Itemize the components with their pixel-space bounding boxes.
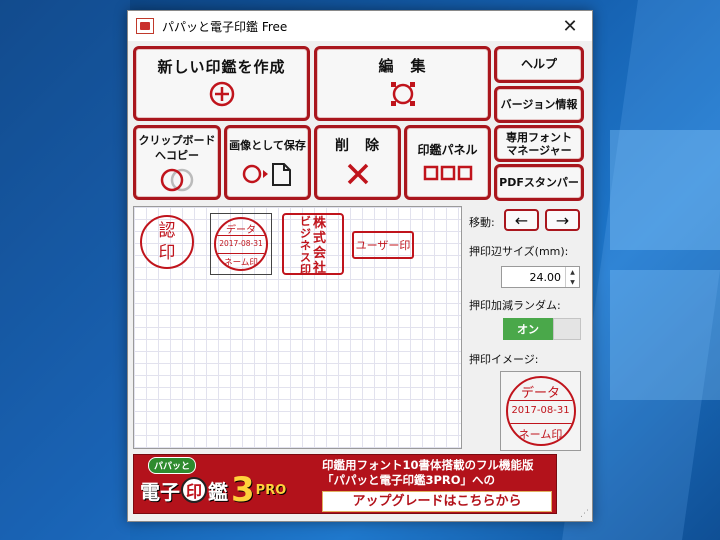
version-button[interactable]: バージョン情報 xyxy=(494,86,584,123)
delete-button[interactable]: 削 除 xyxy=(314,125,401,200)
preview-bottom: ネーム印 xyxy=(518,428,563,441)
banner-copy: 印鑑用フォント10書体搭載のフル機能版 「パパッと電子印鑑3PRO」への アップ… xyxy=(322,455,556,513)
close-button[interactable]: ✕ xyxy=(548,11,592,41)
toggle-knob xyxy=(553,318,581,340)
company-col-left: 株 式 会 社 xyxy=(312,216,326,276)
help-label: ヘルプ xyxy=(520,57,557,71)
stamp-panel-button[interactable]: 印鑑パネル xyxy=(404,125,491,200)
plus-circle-icon xyxy=(209,81,234,107)
save-image-button[interactable]: 画像として保存 xyxy=(224,125,311,200)
banner-line-1: 印鑑用フォント10書体搭載のフル機能版 xyxy=(322,458,534,472)
arrow-left-icon: ← xyxy=(514,210,529,230)
company-col-right: ビ ジ ネ ス 印 xyxy=(299,216,311,276)
move-right-button[interactable]: → xyxy=(545,209,580,231)
random-label: 押印加減ランダム: xyxy=(469,299,561,312)
random-toggle[interactable]: オン xyxy=(503,318,581,340)
user-stamp[interactable]: ユーザー印 xyxy=(352,231,414,259)
pdf-stamper-button[interactable]: PDFスタンパー xyxy=(494,164,584,201)
pro-logo: パパッと 電子 印 鑑 3 PRO xyxy=(134,455,322,513)
logo-badge: パパッと xyxy=(148,457,197,474)
preview-date: 2017-08-31 xyxy=(511,405,570,416)
edit-label: 編 集 xyxy=(378,57,427,75)
save-image-icon xyxy=(242,163,291,186)
date-stamp-bottom: ネーム印 xyxy=(224,258,258,268)
logo-pro: PRO xyxy=(255,482,287,498)
copy-clipboard-button[interactable]: クリップボード へコピー xyxy=(133,125,221,200)
font-manager-button[interactable]: 専用フォント マネージャー xyxy=(494,125,584,162)
mitome-stamp[interactable]: 認 印 xyxy=(140,215,194,269)
app-window: パパッと電子印鑑 Free ✕ 新しい印鑑を作成 編 集 ヘルプ バージョン情報… xyxy=(127,10,593,522)
company-char: 会 xyxy=(312,246,326,261)
logo-number: 3 xyxy=(231,470,255,510)
mitome-char-1: 認 xyxy=(158,221,176,241)
stamp-canvas[interactable]: 認 印 データ 2017-08-31 ネーム印 ビ ジ ネ ス 印 株 式 会 … xyxy=(133,206,462,449)
edit-circle-icon xyxy=(390,82,415,106)
logo-text-main: 電子 xyxy=(140,479,180,504)
logo-text-kan: 鑑 xyxy=(208,479,228,504)
copy-clipboard-label-2: へコピー xyxy=(155,148,199,162)
mitome-char-2: 印 xyxy=(158,243,176,263)
desktop-background xyxy=(0,0,130,540)
stepper-down-icon[interactable]: ▼ xyxy=(566,277,579,287)
app-icon xyxy=(136,18,154,34)
pdf-stamper-label: PDFスタンパー xyxy=(499,176,579,189)
preview-top: データ xyxy=(520,386,560,401)
stamp-panel-label: 印鑑パネル xyxy=(417,143,478,157)
user-stamp-text: ユーザー印 xyxy=(355,239,411,252)
date-stamp-selected[interactable]: データ 2017-08-31 ネーム印 xyxy=(210,213,272,275)
company-char: 社 xyxy=(312,261,326,276)
font-manager-label-1: 専用フォント xyxy=(506,130,572,144)
title-bar[interactable]: パパッと電子印鑑 Free ✕ xyxy=(128,11,592,41)
save-image-label: 画像として保存 xyxy=(229,139,306,152)
help-button[interactable]: ヘルプ xyxy=(494,46,584,83)
upgrade-banner[interactable]: パパッと 電子 印 鑑 3 PRO 印鑑用フォント10書体搭載のフル機能版 「パ… xyxy=(133,454,557,514)
clipboard-copy-icon xyxy=(160,168,194,191)
version-label: バージョン情報 xyxy=(500,98,578,111)
font-manager-label-2: マネージャー xyxy=(506,143,572,157)
preview-label: 押印イメージ: xyxy=(469,353,539,366)
company-stamp[interactable]: ビ ジ ネ ス 印 株 式 会 社 xyxy=(282,213,344,276)
size-stepper[interactable]: 24.00 ▲ ▼ xyxy=(501,266,580,288)
windows-logo-pane xyxy=(610,270,720,400)
size-value[interactable]: 24.00 xyxy=(502,267,565,287)
date-stamp-date: 2017-08-31 xyxy=(219,239,263,248)
move-label: 移動: xyxy=(469,216,495,229)
edit-button[interactable]: 編 集 xyxy=(314,46,491,121)
stepper-arrows: ▲ ▼ xyxy=(565,267,579,287)
stepper-up-icon[interactable]: ▲ xyxy=(566,267,579,277)
windows-logo-pane xyxy=(610,130,720,250)
preview-stamp-circle: データ 2017-08-31 ネーム印 xyxy=(505,376,576,446)
date-stamp-circle: データ 2017-08-31 ネーム印 xyxy=(214,217,268,271)
panel-squares-icon xyxy=(423,165,472,181)
size-label: 押印辺サイズ(mm): xyxy=(469,245,569,258)
upgrade-cta[interactable]: アップグレードはこちらから xyxy=(322,491,552,512)
arrow-right-icon: → xyxy=(555,210,570,230)
company-char: 株 xyxy=(312,216,326,231)
new-stamp-button[interactable]: 新しい印鑑を作成 xyxy=(133,46,310,121)
copy-clipboard-label-1: クリップボード xyxy=(138,133,216,147)
logo-wordmark: 電子 印 鑑 3 PRO xyxy=(140,470,287,510)
new-stamp-label: 新しい印鑑を作成 xyxy=(157,58,286,76)
logo-in-circle: 印 xyxy=(181,477,207,503)
stamp-preview: データ 2017-08-31 ネーム印 xyxy=(500,371,581,451)
resize-grip-icon[interactable]: ⋰ xyxy=(580,509,589,519)
company-char: 式 xyxy=(312,231,326,246)
delete-x-icon xyxy=(347,163,368,185)
date-stamp-top: データ xyxy=(226,225,256,236)
company-char: 印 xyxy=(299,263,311,276)
window-title: パパッと電子印鑑 Free xyxy=(162,19,288,34)
banner-line-2: 「パパッと電子印鑑3PRO」への xyxy=(322,473,496,487)
toggle-on-label: オン xyxy=(503,318,553,340)
delete-label: 削 除 xyxy=(335,138,380,154)
move-left-button[interactable]: ← xyxy=(504,209,539,231)
